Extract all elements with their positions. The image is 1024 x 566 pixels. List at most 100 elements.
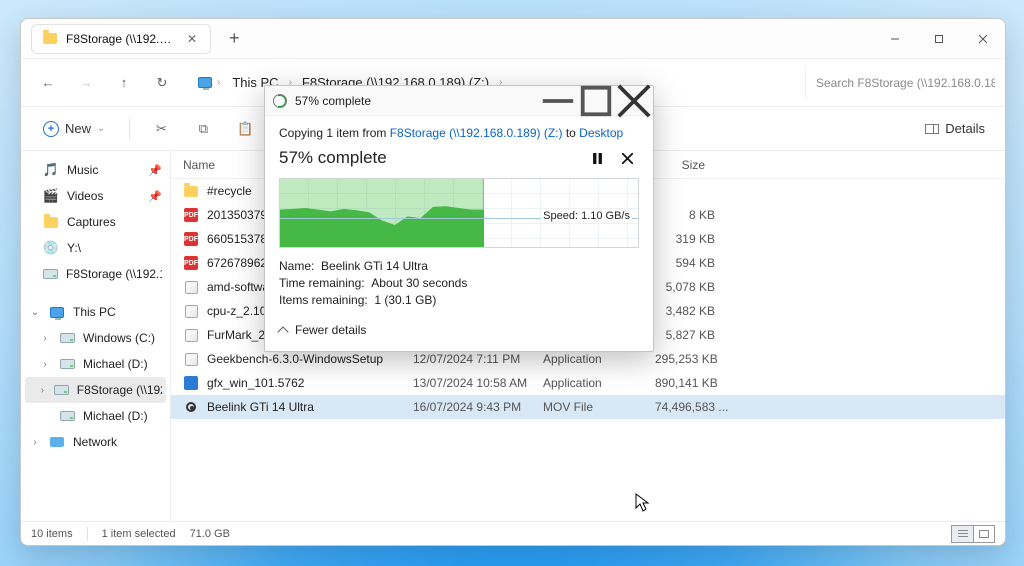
sidebar-item-michael-d[interactable]: › Michael (D:) [25,351,166,377]
nav-forward-button[interactable]: → [69,66,103,100]
app-icon [183,279,199,295]
icons-view-button[interactable] [973,525,995,543]
sidebar-item-music[interactable]: 🎵 Music 📌 [25,157,166,183]
separator [87,527,88,541]
status-bar: 10 items 1 item selected 71.0 GB [21,521,1005,545]
fewer-details-label: Fewer details [295,323,366,337]
sidebar-item-label: Windows (C:) [83,331,155,345]
sidebar-item-y-drive[interactable]: 💿 Y:\ [25,235,166,261]
copy-from-link[interactable]: F8Storage (\\192.168.0.189) (Z:) [390,126,563,140]
details-pane-button[interactable]: Details [917,117,993,140]
plus-icon: + [43,121,59,137]
details-icon [925,124,939,134]
table-row[interactable]: Beelink GTi 14 Ultra16/07/2024 9:43 PMMO… [171,395,1005,419]
network-drive-icon [43,266,58,282]
tab-title: F8Storage (\\192.168.0.189) (Z:) [66,32,176,46]
details-view-button[interactable] [951,525,973,543]
sidebar-item-label: Captures [67,215,116,229]
disk-icon: 💿 [43,240,59,256]
file-size: 3,482 KB [655,304,715,318]
search-placeholder: Search F8Storage (\\192.168.0.189 [816,76,995,90]
throughput-chart: Speed: 1.10 GB/s [279,178,639,248]
chevron-down-icon: ⌄ [97,123,105,134]
table-row[interactable]: gfx_win_101.5762 13/07/2024 10:58 AMAppli… [171,371,1005,395]
gfx-icon [183,375,199,391]
dialog-body: Copying 1 item from F8Storage (\\192.168… [265,116,653,351]
close-tab-button[interactable]: ✕ [184,32,200,46]
dialog-title: 57% complete [295,94,371,108]
sidebar-item-label: Y:\ [67,241,81,255]
chevron-right-icon: › [29,437,41,448]
file-name: gfx_win_101.5762 [207,376,304,390]
maximize-button[interactable] [917,19,961,59]
cancel-copy-button[interactable] [615,146,639,170]
time-remaining-value: About 30 seconds [371,276,467,290]
drive-icon [59,356,75,372]
sidebar-item-f8storage-quick[interactable]: F8Storage (\\192.168.0.189) [25,261,166,287]
dialog-close-button[interactable] [615,86,653,116]
name-label: Name: [279,259,314,273]
sidebar-item-label: F8Storage (\\192.168.0.189) [66,267,162,281]
network-drive-icon [54,382,69,398]
new-tab-button[interactable]: + [229,28,240,49]
copying-line: Copying 1 item from F8Storage (\\192.168… [279,126,639,140]
copy-button[interactable]: ⧉ [186,114,220,144]
dialog-minimize-button[interactable] [539,86,577,116]
file-size: 8 KB [655,208,715,222]
sidebar-item-label: Michael (D:) [83,409,148,423]
pc-icon [49,304,65,320]
dialog-maximize-button[interactable] [577,86,615,116]
view-toggle [951,525,995,543]
sidebar-item-windows-c[interactable]: › Windows (C:) [25,325,166,351]
sidebar-item-label: This PC [73,305,116,319]
tab-active[interactable]: F8Storage (\\192.168.0.189) (Z:) ✕ [31,24,211,54]
file-size: 319 KB [655,232,715,246]
chevron-right-icon: › [39,359,51,370]
sidebar-item-network[interactable]: › Network [25,429,166,455]
app-icon [183,303,199,319]
search-input[interactable]: Search F8Storage (\\192.168.0.189 🔍 [805,67,995,99]
paste-button[interactable]: 📋 [228,114,262,144]
details-label: Details [945,121,985,136]
minimize-button[interactable] [873,19,917,59]
sidebar-item-michael-d2[interactable]: Michael (D:) [25,403,166,429]
file-size: 5,827 KB [655,328,715,342]
file-size: 74,496,583 ... [655,400,715,414]
nav-back-button[interactable]: ← [31,66,65,100]
copy-to-link[interactable]: Desktop [579,126,623,140]
close-window-button[interactable] [961,19,1005,59]
file-name: 201350379 [207,208,267,222]
pause-button[interactable] [585,146,609,170]
sidebar-item-captures[interactable]: Captures [25,209,166,235]
status-selection: 1 item selected [102,528,176,540]
sidebar-item-videos[interactable]: 🎬 Videos 📌 [25,183,166,209]
dialog-details: Name: Beelink GTi 14 Ultra Time remainin… [279,258,639,309]
nav-up-button[interactable]: ↑ [107,66,141,100]
chevron-right-icon: › [39,333,51,344]
file-size: 890,141 KB [655,376,715,390]
new-button-label: New [65,121,91,136]
dialog-titlebar[interactable]: 57% complete [265,86,653,116]
sidebar-item-this-pc[interactable]: ⌄ This PC [25,299,166,325]
chevron-up-icon [277,326,288,337]
file-date: 13/07/2024 10:58 AM [413,376,543,390]
window-buttons [873,19,1005,59]
file-name: #recycle [207,184,252,198]
sidebar-item-f8storage[interactable]: › F8Storage (\\192.168.0.189) [25,377,166,403]
folder-icon [43,214,59,230]
pdf-icon: PDF [183,255,199,271]
pdf-icon: PDF [183,207,199,223]
titlebar: F8Storage (\\192.168.0.189) (Z:) ✕ + [21,19,1005,59]
items-remaining-value: 1 (30.1 GB) [374,293,436,307]
col-header-size[interactable]: Size [655,158,715,172]
sidebar-item-label: Michael (D:) [83,357,148,371]
file-type: Application [543,376,655,390]
sidebar-item-label: F8Storage (\\192.168.0.189) [77,383,162,397]
fewer-details-button[interactable]: Fewer details [279,323,639,337]
progress-percent: 57% complete [279,148,387,168]
chevron-right-icon: › [39,385,46,396]
cut-button[interactable]: ✂ [144,114,178,144]
chevron-down-icon: ⌄ [29,307,41,318]
refresh-button[interactable]: ↻ [145,66,179,100]
new-button[interactable]: + New ⌄ [33,117,115,141]
